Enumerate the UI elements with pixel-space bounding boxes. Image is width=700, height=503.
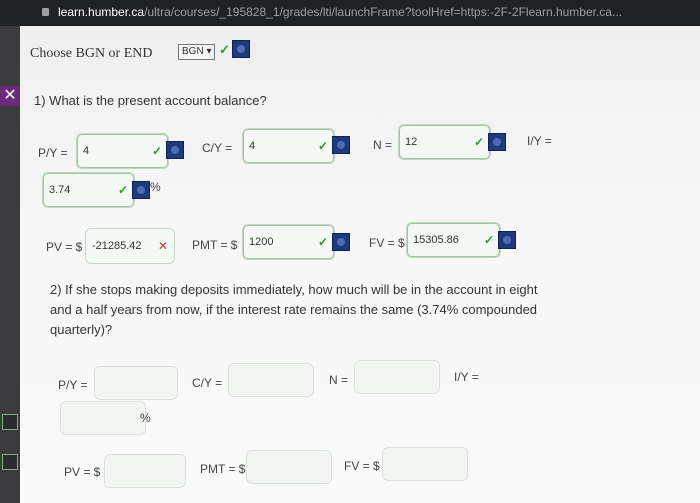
n-input[interactable]: 12 ✓ <box>398 124 491 160</box>
fv-label: FV = $ <box>344 459 380 473</box>
iy-input[interactable]: 3.74 ✓ <box>42 172 135 208</box>
answer-key-icon[interactable] <box>498 231 516 249</box>
rail-marker-icon <box>2 414 18 430</box>
cy-value: 4 <box>249 140 256 152</box>
py-input[interactable]: 4 ✓ <box>76 133 169 169</box>
pmt-input[interactable] <box>246 450 332 484</box>
fv-input[interactable] <box>382 447 468 481</box>
left-rail: ✕ <box>0 26 20 503</box>
percent-sign: % <box>140 411 151 425</box>
py-input[interactable] <box>94 366 178 400</box>
percent-sign: % <box>150 180 161 194</box>
answer-key-icon[interactable] <box>232 40 250 58</box>
check-icon: ✓ <box>483 233 494 247</box>
cy-input[interactable] <box>228 363 314 397</box>
pmt-label: PMT = $ <box>192 238 238 252</box>
cy-label: C/Y = <box>202 141 233 155</box>
bgn-end-select-value: BGN <box>182 46 204 57</box>
iy-label: I/Y = <box>454 370 479 384</box>
fv-value: 15305.86 <box>413 234 459 246</box>
choose-bgn-end-text: Choose BGN or END <box>30 46 153 61</box>
check-icon: ✓ <box>151 144 162 158</box>
question-2-text: 2) If she stops making deposits immediat… <box>50 282 538 337</box>
iy-value: 3.74 <box>49 184 71 196</box>
question-1-text: 1) What is the present account balance? <box>34 93 267 108</box>
error-x-icon: ✕ <box>157 239 168 253</box>
pv-label: PV = $ <box>64 465 101 479</box>
fv-input[interactable]: 15305.86 ✓ <box>406 222 501 258</box>
pv-value: -21285.42 <box>92 240 142 252</box>
rail-marker-icon <box>2 454 18 470</box>
pv-input[interactable] <box>104 454 186 488</box>
close-icon[interactable]: ✕ <box>0 86 20 106</box>
py-value: 4 <box>83 145 90 157</box>
pmt-label: PMT = $ <box>200 462 246 476</box>
lock-icon <box>42 8 49 16</box>
check-icon: ✓ <box>219 42 230 57</box>
answer-key-icon[interactable] <box>132 181 150 199</box>
check-icon: ✓ <box>317 235 328 249</box>
iy-label: I/Y = <box>527 134 552 148</box>
pv-input[interactable]: -21285.42 ✕ <box>85 228 175 264</box>
question-panel: Choose BGN or END BGN ▾ ✓ 1) What is the… <box>20 26 700 503</box>
pv-label: PV = $ <box>46 240 83 254</box>
cy-input[interactable]: 4 ✓ <box>242 128 335 164</box>
check-icon: ✓ <box>317 139 328 153</box>
check-icon: ✓ <box>117 183 128 197</box>
n-input[interactable] <box>354 360 440 394</box>
pmt-value: 1200 <box>249 236 274 248</box>
answer-key-icon[interactable] <box>332 233 350 251</box>
iy-input[interactable] <box>60 401 146 435</box>
cy-label: C/Y = <box>192 376 223 390</box>
answer-key-icon[interactable] <box>166 141 184 159</box>
pmt-input[interactable]: 1200 ✓ <box>242 224 335 260</box>
url-text[interactable]: learn.humber.ca/ultra/courses/_195828_1/… <box>58 5 622 19</box>
answer-key-icon[interactable] <box>332 136 350 154</box>
check-icon: ✓ <box>473 135 484 149</box>
n-label: N = <box>329 373 349 387</box>
n-label: N = <box>373 138 393 152</box>
n-value: 12 <box>405 136 418 148</box>
browser-address-bar[interactable]: learn.humber.ca/ultra/courses/_195828_1/… <box>0 0 700 26</box>
bgn-end-select[interactable]: BGN ▾ <box>178 44 216 60</box>
py-label: P/Y = <box>58 378 88 392</box>
answer-key-icon[interactable] <box>488 133 506 151</box>
py-label: P/Y = <box>38 146 68 160</box>
fv-label: FV = $ <box>369 236 405 250</box>
